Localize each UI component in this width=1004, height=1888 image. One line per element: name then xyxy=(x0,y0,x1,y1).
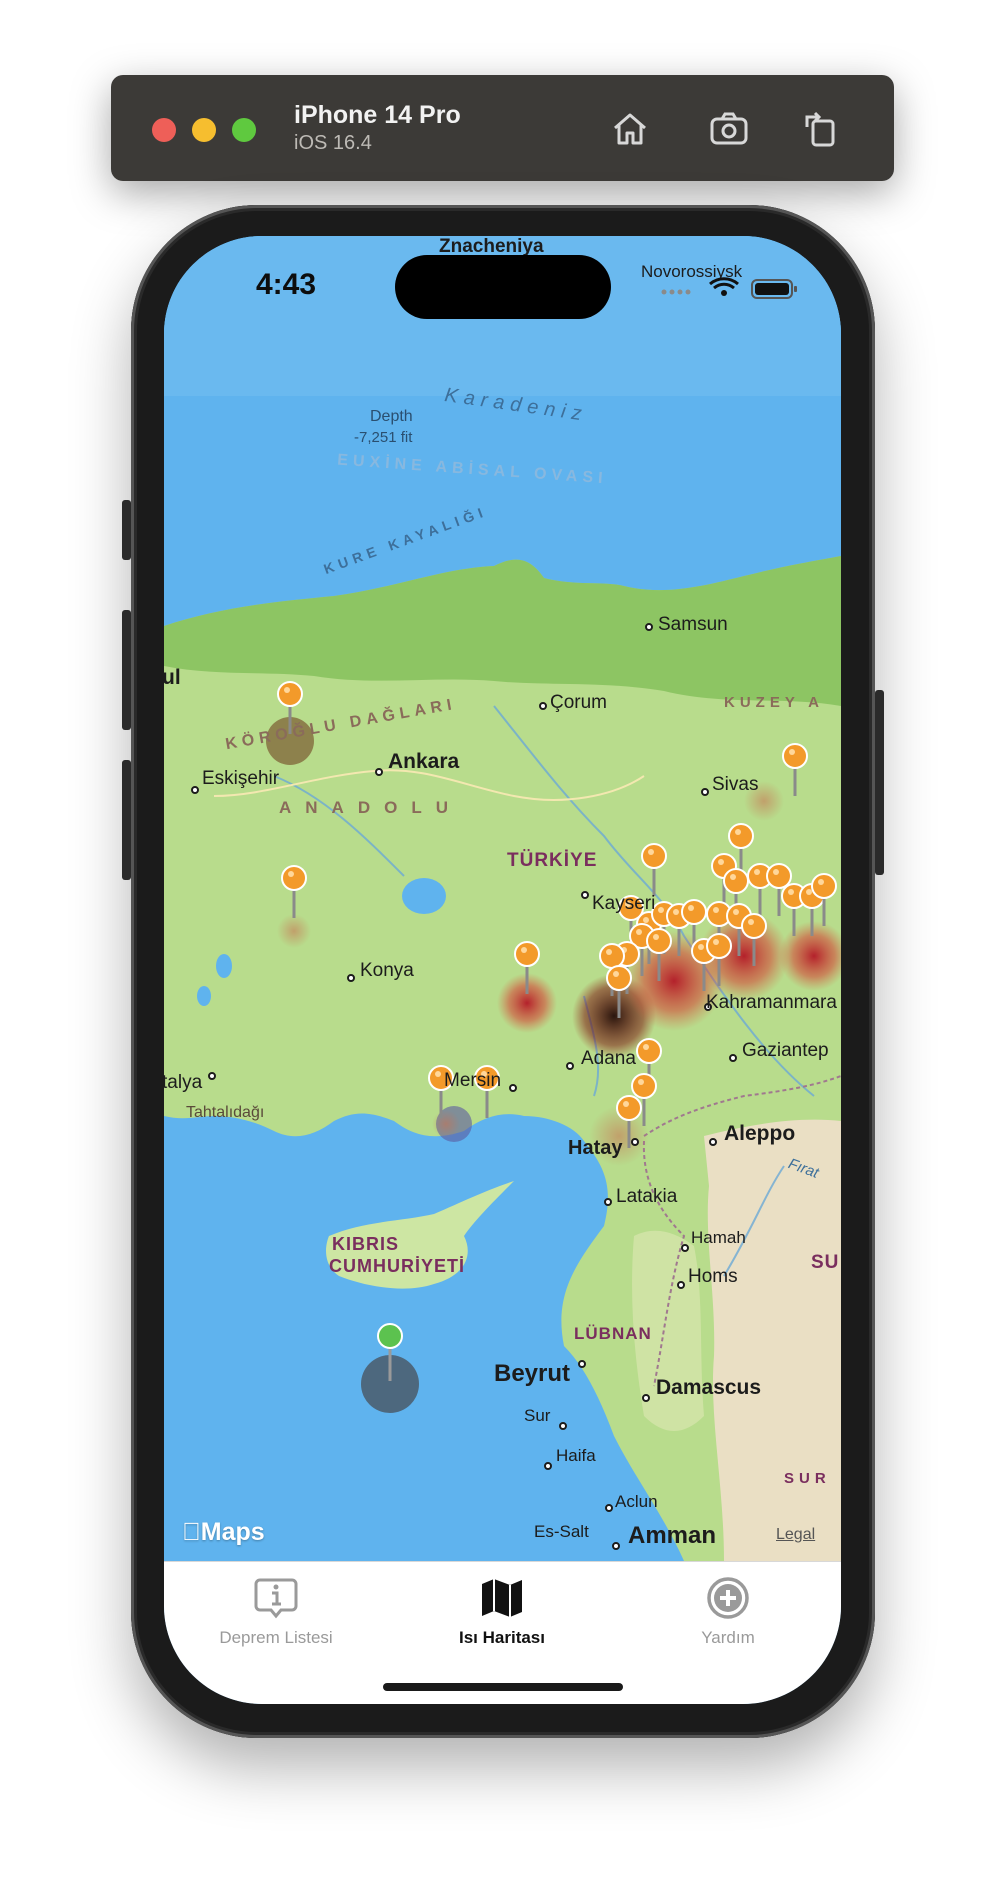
city-dot xyxy=(605,1504,613,1512)
city-dot xyxy=(631,1138,639,1146)
city-dot xyxy=(347,974,355,982)
map-label-su: SU xyxy=(811,1252,840,1273)
battery-icon xyxy=(751,279,797,299)
simulator-toolbar: iPhone 14 Pro iOS 16.4 xyxy=(111,75,894,181)
home-indicator[interactable] xyxy=(383,1683,623,1691)
map-label-kibris-1: KIBRIS xyxy=(332,1234,400,1254)
city-dot xyxy=(645,623,653,631)
dynamic-island xyxy=(395,255,611,319)
city-dot xyxy=(604,1198,612,1206)
city-dot xyxy=(544,1462,552,1470)
phone-screen: Znacheniya Novorossiysk Depth -7,251 fit… xyxy=(164,236,841,1704)
map-label-sur-2: SUR xyxy=(784,1470,831,1487)
map-label-kahramanmaras: Kahramanmara xyxy=(706,992,837,1013)
power-button xyxy=(875,690,884,875)
map-label-aleppo: Aleppo xyxy=(724,1122,796,1145)
city-dot xyxy=(681,1244,689,1252)
map-label-antalya: talya xyxy=(164,1072,203,1093)
plus-circle-icon xyxy=(707,1577,749,1619)
city-dot xyxy=(375,768,383,776)
map-label-tahtalidagi: Tahtalıdağı xyxy=(186,1104,265,1121)
map-label-turkiye: TÜRKİYE xyxy=(507,850,598,871)
tab-label: Deprem Listesi xyxy=(219,1628,333,1647)
map-label-lubnan: LÜBNAN xyxy=(574,1324,652,1343)
tab-label: Isı Haritası xyxy=(459,1628,545,1647)
map-label-ankara: Ankara xyxy=(388,750,460,773)
tab-yardim[interactable]: Yardım xyxy=(633,1574,823,1648)
city-dot xyxy=(642,1394,650,1402)
map-label-homs: Homs xyxy=(688,1266,738,1287)
map-label-hamah: Hamah xyxy=(691,1228,746,1247)
map-label-aclun: Aclun xyxy=(615,1492,658,1511)
city-dot xyxy=(566,1062,574,1070)
close-window-button[interactable] xyxy=(152,118,176,142)
city-dot xyxy=(729,1054,737,1062)
map-label-haifa: Haifa xyxy=(556,1446,596,1465)
tab-deprem-listesi[interactable]: Deprem Listesi xyxy=(181,1574,371,1648)
cellular-icon xyxy=(661,289,691,295)
map-label-kayseri: Kayseri xyxy=(592,893,656,914)
city-dot xyxy=(701,788,709,796)
apple-icon:  xyxy=(182,1518,201,1546)
map-label-sivas: Sivas xyxy=(712,774,759,795)
legal-link[interactable]: Legal xyxy=(776,1526,815,1544)
map-label-amman: Amman xyxy=(628,1522,717,1549)
map-icon xyxy=(482,1579,522,1617)
status-icons xyxy=(658,272,808,302)
tab-isi-haritasi[interactable]: Isı Haritası xyxy=(407,1574,597,1648)
map-label-depth-value: -7,251 fit xyxy=(354,429,413,446)
device-name: iPhone 14 Pro xyxy=(294,101,461,129)
city-dot xyxy=(509,1084,517,1092)
map-label-kuzey: KUZEY A xyxy=(724,694,825,711)
city-dot xyxy=(208,1072,216,1080)
map-label-eskisehir: Eskişehir xyxy=(202,768,280,789)
map-label-istanbul: ul xyxy=(164,666,181,689)
zoom-window-button[interactable] xyxy=(232,118,256,142)
map-label-anadolu: ANADOLU xyxy=(279,798,462,817)
city-dot xyxy=(677,1281,685,1289)
volume-up-button xyxy=(122,610,131,730)
city-dot xyxy=(539,702,547,710)
tab-bar: Deprem Listesi Isı Haritası Yardım xyxy=(164,1561,841,1704)
map-label-konya: Konya xyxy=(360,960,414,981)
map-label-es-salt: Es-Salt xyxy=(534,1522,589,1541)
status-time: 4:43 xyxy=(256,268,317,301)
map-label-damascus: Damascus xyxy=(656,1376,762,1399)
map-label-adana: Adana xyxy=(581,1048,636,1069)
info-icon xyxy=(254,1578,298,1619)
map-label-gaziantep: Gaziantep xyxy=(742,1040,829,1061)
city-dot xyxy=(559,1422,567,1430)
map-label-kibris-2: CUMHURİYETİ xyxy=(329,1256,465,1276)
map-label-beyrut: Beyrut xyxy=(494,1360,571,1387)
volume-down-button xyxy=(122,760,131,880)
map-label-hatay: Hatay xyxy=(568,1137,623,1159)
map-label-samsun: Samsun xyxy=(658,614,728,635)
wifi-icon xyxy=(709,277,739,296)
os-version: iOS 16.4 xyxy=(294,132,372,154)
city-dot xyxy=(612,1542,620,1550)
tab-label: Yardım xyxy=(701,1628,755,1647)
heat-map[interactable]: Znacheniya Novorossiysk Depth -7,251 fit… xyxy=(164,236,841,1561)
map-label-latakia: Latakia xyxy=(616,1186,678,1207)
apple-maps-logo: Maps xyxy=(182,1518,265,1546)
map-label-depth-title: Depth xyxy=(370,408,413,425)
screenshot-icon[interactable] xyxy=(705,105,753,153)
city-dot xyxy=(578,1360,586,1368)
home-icon[interactable] xyxy=(606,105,654,153)
map-label-corum: Çorum xyxy=(550,692,608,713)
map-label-mersin: Mersin xyxy=(444,1070,502,1091)
silent-switch xyxy=(122,500,131,560)
city-dot xyxy=(581,891,589,899)
rotate-icon[interactable] xyxy=(797,105,845,153)
city-dot xyxy=(709,1138,717,1146)
map-label-sur: Sur xyxy=(524,1406,551,1425)
city-dot xyxy=(191,786,199,794)
minimize-window-button[interactable] xyxy=(192,118,216,142)
